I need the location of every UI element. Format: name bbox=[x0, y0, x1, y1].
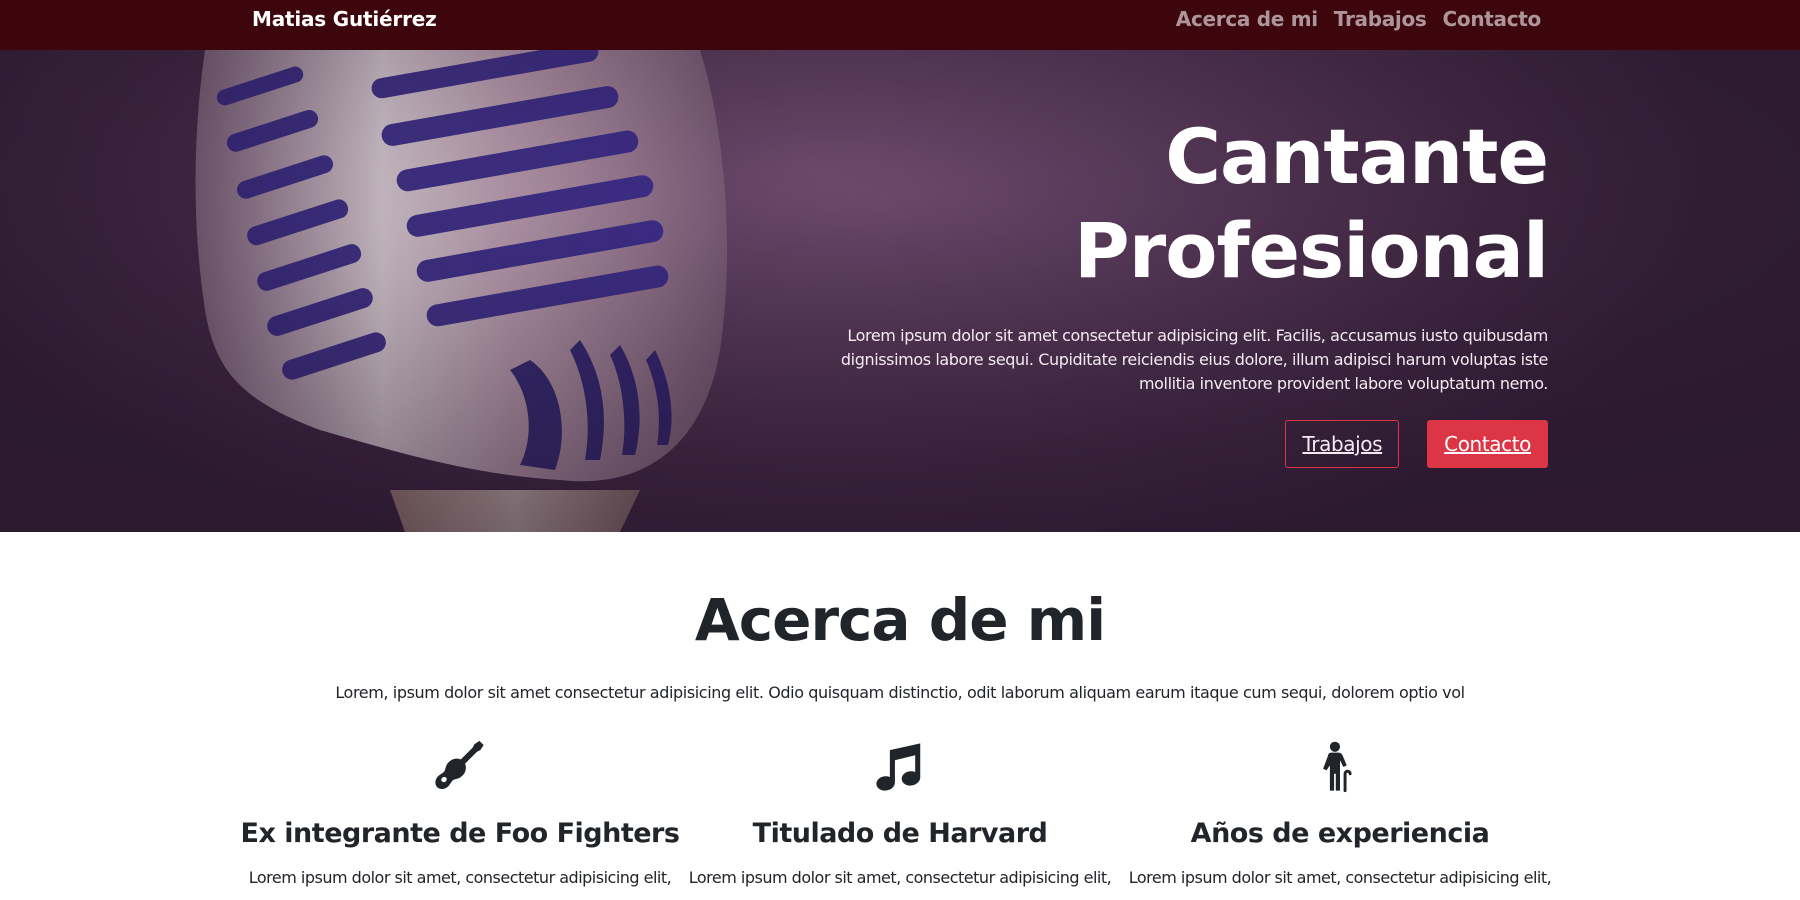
feature-title: Titulado de Harvard bbox=[752, 818, 1048, 849]
nav-link-trabajos[interactable]: Trabajos bbox=[1334, 0, 1427, 38]
features-row: Ex integrante de Foo Fighters Lorem ipsu… bbox=[240, 740, 1560, 890]
hero-title-line2: Profesional bbox=[1074, 206, 1549, 295]
guitar-icon bbox=[240, 740, 680, 800]
nav-link-contacto[interactable]: Contacto bbox=[1443, 0, 1542, 38]
nav-link-acerca[interactable]: Acerca de mi bbox=[1176, 0, 1318, 38]
hero-title: Cantante Profesional bbox=[848, 110, 1549, 298]
navbar: Matias Gutiérrez Acerca de mi Trabajos C… bbox=[0, 0, 1800, 50]
about-description: Lorem, ipsum dolor sit amet consectetur … bbox=[335, 683, 1465, 702]
about-title: Acerca de mi bbox=[694, 586, 1106, 654]
feature-title: Ex integrante de Foo Fighters bbox=[240, 818, 680, 849]
feature-text: Lorem ipsum dolor sit amet, consectetur … bbox=[248, 868, 672, 887]
hero-description: Lorem ipsum dolor sit amet consectetur a… bbox=[840, 326, 1549, 393]
trabajos-button[interactable]: Trabajos bbox=[1285, 420, 1400, 468]
nav-links: Acerca de mi Trabajos Contacto bbox=[1176, 0, 1542, 38]
feature-card: Años de experiencia Lorem ipsum dolor si… bbox=[1120, 740, 1560, 890]
person-cane-icon bbox=[1120, 740, 1560, 800]
feature-text: Lorem ipsum dolor sit amet, consectetur … bbox=[688, 868, 1112, 887]
brand-link[interactable]: Matias Gutiérrez bbox=[252, 0, 437, 38]
feature-title: Años de experiencia bbox=[1190, 818, 1490, 849]
hero-title-line1: Cantante bbox=[1165, 112, 1549, 201]
contacto-button[interactable]: Contacto bbox=[1427, 420, 1548, 468]
feature-card: Titulado de Harvard Lorem ipsum dolor si… bbox=[680, 740, 1120, 890]
feature-text: Lorem ipsum dolor sit amet, consectetur … bbox=[1128, 868, 1552, 887]
music-note-icon bbox=[680, 740, 1120, 800]
hero-buttons: Trabajos Contacto bbox=[1285, 420, 1548, 468]
feature-card: Ex integrante de Foo Fighters Lorem ipsu… bbox=[240, 740, 680, 890]
hero-section: Cantante Profesional Lorem ipsum dolor s… bbox=[0, 50, 1800, 532]
